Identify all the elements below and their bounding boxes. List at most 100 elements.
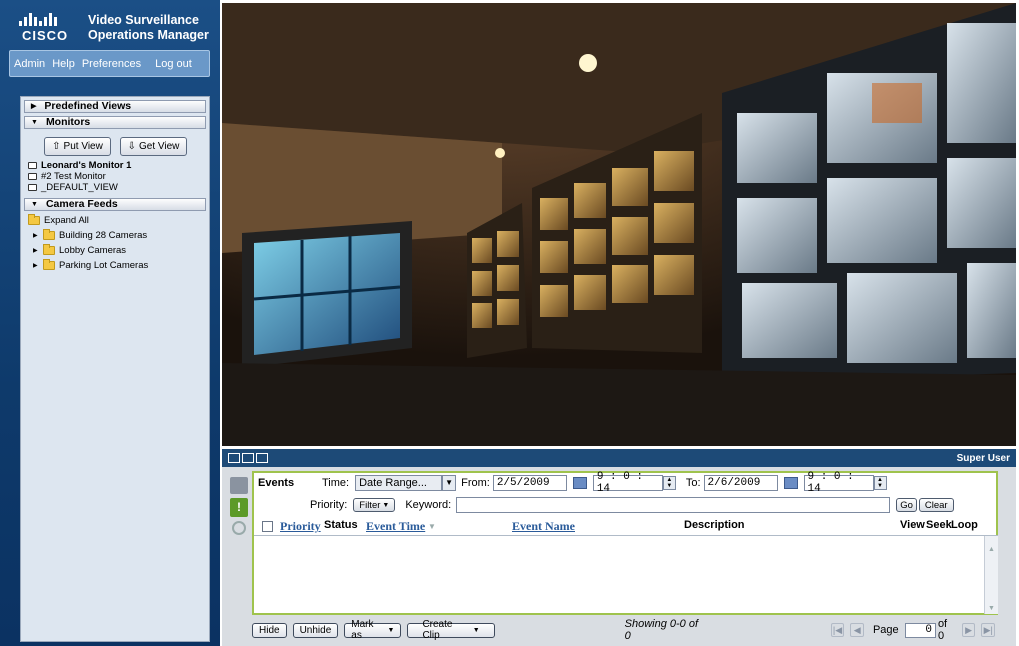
event-name-column-header[interactable]: Event Name [512,519,575,534]
layout-toggle-icon[interactable] [228,453,268,463]
hide-button[interactable]: Hide [252,622,287,638]
seek-column-header: Seek [926,519,952,531]
scroll-up-icon[interactable]: ▲ [985,546,998,553]
monitor-icon [28,184,37,191]
surveillance-room-image [222,3,1016,446]
first-page-icon[interactable]: |◀ [830,623,845,637]
monitor-icon [28,173,37,180]
time-range-value: Date Range... [359,477,427,489]
filter-button[interactable]: Filter ▼ [353,498,396,512]
monitor-label: #2 Test Monitor [41,171,106,182]
last-page-icon[interactable]: ▶| [981,623,996,637]
select-all-checkbox[interactable] [262,521,273,532]
current-user: Super User [956,452,1010,464]
folder-label: Lobby Cameras [59,245,127,256]
folder-icon [43,244,55,255]
product-line-1: Video Surveillance [88,13,199,27]
video-viewport[interactable] [222,3,1016,446]
to-time-field[interactable]: 9 : 0 : 14 [803,471,874,495]
help-link[interactable]: Help [52,58,75,70]
events-table-body: ▲ ▼ [254,535,998,614]
expand-all-item[interactable]: Expand All [28,213,209,228]
up-arrow-icon: ⇧ [52,141,61,152]
time-range-select[interactable]: Date Range... [355,475,443,491]
priority-column-header[interactable]: Priority [280,519,321,534]
keyword-input[interactable] [456,497,891,513]
sort-arrow-icon: ▼ [428,522,436,531]
expand-arrow-icon[interactable]: ▶ [33,232,39,239]
go-button[interactable]: Go [896,498,917,512]
expand-arrow-icon[interactable]: ▶ [33,247,39,254]
from-time-field[interactable]: 9 : 0 : 14 [592,471,663,495]
logout-link[interactable]: Log out [155,58,192,70]
description-column-header: Description [684,519,745,531]
clear-button[interactable]: Clear [918,498,954,512]
mark-as-label: Mark as [351,619,374,641]
create-clip-button[interactable]: Create Clip ▼ [407,619,495,641]
folder-item[interactable]: ▶ Parking Lot Cameras [28,258,209,273]
admin-link[interactable]: Admin [14,58,45,70]
camera-feeds-label: Camera Feeds [45,198,118,210]
alert-icon[interactable]: ! [230,498,248,517]
put-view-button[interactable]: ⇧ Put View [44,137,111,156]
collapse-arrow-icon: ▼ [31,201,38,208]
logo-text: CISCO [22,28,69,43]
unhide-button[interactable]: Unhide [292,622,339,638]
folder-icon [43,259,55,270]
folder-label: Building 28 Cameras [59,230,148,241]
loop-column-header: Loop [951,519,978,531]
monitors-label: Monitors [45,116,91,128]
priority-label: Priority: [310,499,348,511]
from-label: From: [461,477,490,489]
events-list-container: Events Time: Date Range... ▼ From: 2/5/2… [252,471,998,615]
mark-as-button[interactable]: Mark as ▼ [344,619,402,641]
status-column-header: Status [324,519,358,531]
down-arrow-icon: ⇩ [127,141,136,152]
time-spinner-icon[interactable]: ▲ ▼ [662,476,676,490]
dropdown-arrow-icon: ▼ [472,626,480,634]
from-date-field[interactable]: 2/5/2009 [492,475,567,491]
results-count: Showing 0-0 of 0 [624,618,699,642]
get-view-button[interactable]: ⇩ Get View [120,137,187,156]
filter-label: Filter [359,499,381,511]
camera-feeds-header[interactable]: ▼ Camera Feeds [24,198,206,211]
prev-page-icon[interactable]: ◀ [850,623,864,637]
monitor-item[interactable]: #2 Test Monitor [21,171,209,182]
predefined-views-header[interactable]: ▶ Predefined Views [24,100,206,113]
event-time-column-header[interactable]: Event Time [366,519,425,534]
to-date-field[interactable]: 2/6/2009 [703,475,778,491]
events-title: Events [258,477,295,489]
navigation-tree: ▶ Predefined Views ▼ Monitors ⇧ Put View… [20,96,210,642]
time-label: Time: [322,477,350,489]
keyword-label: Keyword: [405,499,452,511]
view-column-header: View [900,519,925,531]
page-input[interactable]: 0 [904,622,936,638]
folder-icon [43,229,55,240]
preferences-link[interactable]: Preferences [82,58,141,70]
scroll-down-icon[interactable]: ▼ [985,605,998,612]
events-scrollbar[interactable]: ▲ ▼ [984,536,998,614]
events-tab-icon[interactable] [230,477,248,494]
monitor-label: Leonard's Monitor 1 [41,160,132,171]
calendar-icon[interactable] [572,477,587,489]
expand-arrow-icon[interactable]: ▶ [33,262,39,269]
dropdown-arrow-icon: ▼ [387,626,395,634]
folder-item[interactable]: ▶ Building 28 Cameras [28,228,209,243]
monitor-item[interactable]: Leonard's Monitor 1 [21,160,209,171]
monitor-item[interactable]: _DEFAULT_VIEW [21,182,209,193]
to-label: To: [685,477,701,489]
calendar-icon[interactable] [783,477,798,489]
time-spinner-icon[interactable]: ▲ ▼ [873,476,887,490]
monitor-label: _DEFAULT_VIEW [41,182,118,193]
folder-item[interactable]: ▶ Lobby Cameras [28,243,209,258]
put-view-label: Put View [63,141,103,152]
create-clip-label: Create Clip [422,619,453,641]
next-page-icon[interactable]: ▶ [961,623,976,637]
monitors-header[interactable]: ▼ Monitors [24,116,206,129]
collapse-arrow-icon: ▼ [31,119,38,126]
dropdown-arrow-icon[interactable]: ▼ [442,475,457,491]
top-nav: Admin Help Preferences Log out [9,50,210,77]
refresh-icon[interactable] [232,521,246,535]
page-label: Page [872,624,899,636]
dropdown-arrow-icon: ▼ [382,501,390,509]
